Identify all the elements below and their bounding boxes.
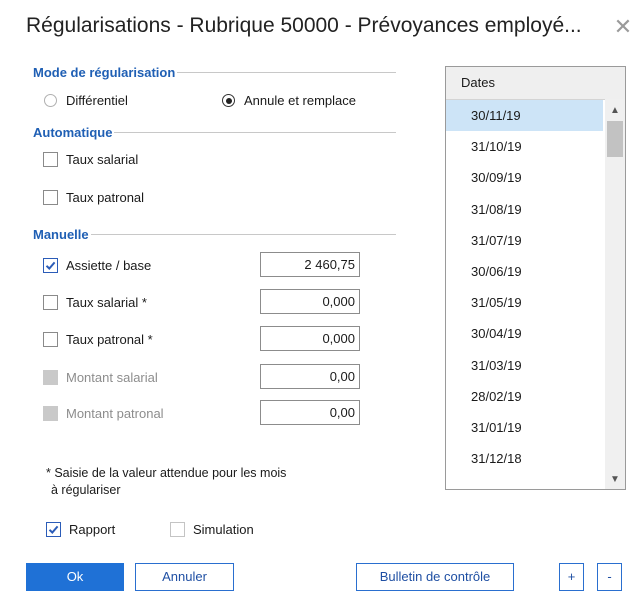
checkbox-manuel-taux-patronal[interactable]: Taux patronal * — [43, 332, 153, 347]
checkbox-label: Montant patronal — [66, 406, 164, 421]
checkmark-icon — [46, 522, 61, 537]
section-mode-heading: Mode de régularisation — [33, 64, 176, 80]
checkbox-auto-taux-patronal[interactable]: Taux patronal — [43, 190, 144, 205]
divider — [177, 71, 396, 73]
radio-differentiel[interactable]: Différentiel — [44, 93, 128, 108]
date-row[interactable]: 31/05/19 — [446, 287, 603, 318]
assiette-base-input[interactable]: 2 460,75 — [260, 252, 360, 277]
ok-button[interactable]: Ok — [26, 563, 124, 591]
checkbox-label: Rapport — [69, 522, 116, 537]
checkbox-label: Taux patronal * — [66, 332, 153, 347]
section-manuelle: Manuelle — [33, 226, 396, 242]
date-row[interactable]: 31/01/19 — [446, 412, 603, 443]
section-automatique: Automatique — [33, 124, 396, 140]
checkbox-icon — [43, 190, 58, 205]
footnote: * Saisie de la valeur attendue pour les … — [46, 465, 286, 499]
radio-circle-icon — [44, 94, 57, 107]
montant-patronal-input[interactable]: 0,00 — [260, 400, 360, 425]
checkbox-manuel-taux-salarial[interactable]: Taux salarial * — [43, 295, 147, 310]
taux-salarial-input[interactable]: 0,000 — [260, 289, 360, 314]
checkbox-label: Taux patronal — [66, 190, 145, 205]
date-row[interactable]: 31/03/19 — [446, 350, 603, 381]
checkbox-disabled-icon — [43, 370, 58, 385]
radio-annule-et-remplace[interactable]: Annule et remplace — [222, 93, 356, 108]
checkbox-label: Montant salarial — [66, 370, 158, 385]
scroll-down-icon[interactable]: ▼ — [605, 472, 625, 488]
radio-selected-icon — [222, 94, 235, 107]
dates-list[interactable]: Dates 30/11/19 31/10/19 30/09/19 31/08/1… — [445, 66, 626, 490]
annuler-button[interactable]: Annuler — [135, 563, 234, 591]
close-icon[interactable]: ✕ — [612, 16, 634, 38]
checkbox-label: Taux salarial — [66, 152, 139, 167]
date-row[interactable]: 31/08/19 — [446, 194, 603, 225]
scroll-up-icon[interactable]: ▲ — [605, 103, 625, 119]
date-row[interactable]: 31/07/19 — [446, 225, 603, 256]
checkbox-icon — [43, 332, 58, 347]
date-row[interactable]: 30/09/19 — [446, 162, 603, 193]
date-row[interactable]: 31/10/19 — [446, 131, 603, 162]
section-mode: Mode de régularisation — [33, 64, 396, 80]
checkbox-icon — [43, 295, 58, 310]
date-row[interactable]: 30/11/19 — [446, 100, 603, 132]
checkbox-label: Assiette / base — [66, 258, 152, 273]
bulletin-de-controle-button[interactable]: Bulletin de contrôle — [356, 563, 514, 591]
checkbox-label: Simulation — [193, 522, 254, 537]
dates-scrollbar[interactable]: ▲ ▼ — [605, 99, 625, 489]
checkbox-montant-patronal: Montant patronal — [43, 406, 164, 421]
date-row[interactable]: 28/02/19 — [446, 381, 603, 412]
section-automatique-heading: Automatique — [33, 124, 113, 140]
date-row[interactable]: 31/12/18 — [446, 443, 603, 474]
dates-header: Dates — [446, 67, 625, 100]
montant-salarial-input[interactable]: 0,00 — [260, 364, 360, 389]
checkbox-label: Taux salarial * — [66, 295, 147, 310]
checkmark-icon — [43, 258, 58, 273]
section-manuelle-heading: Manuelle — [33, 226, 89, 242]
date-row[interactable]: 30/06/19 — [446, 256, 603, 287]
checkbox-icon — [170, 522, 185, 537]
minus-button[interactable]: - — [597, 563, 622, 591]
radio-differentiel-label: Différentiel — [66, 93, 128, 108]
window-title: Régularisations - Rubrique 50000 - Prévo… — [26, 14, 582, 37]
footnote-line-2: à régulariser — [51, 483, 121, 497]
divider — [114, 131, 396, 133]
checkbox-assiette-base[interactable]: Assiette / base — [43, 258, 151, 273]
date-row[interactable]: 30/04/19 — [446, 318, 603, 349]
checkbox-auto-taux-salarial[interactable]: Taux salarial — [43, 152, 138, 167]
plus-button[interactable]: + — [559, 563, 584, 591]
taux-patronal-input[interactable]: 0,000 — [260, 326, 360, 351]
checkbox-icon — [43, 152, 58, 167]
checkbox-rapport[interactable]: Rapport — [46, 522, 115, 537]
checkbox-simulation[interactable]: Simulation — [170, 522, 254, 537]
scrollbar-thumb[interactable] — [607, 121, 623, 157]
checkbox-montant-salarial: Montant salarial — [43, 370, 158, 385]
footnote-line-1: * Saisie de la valeur attendue pour les … — [46, 466, 287, 480]
divider — [90, 233, 396, 235]
radio-annule-label: Annule et remplace — [244, 93, 357, 108]
checkbox-disabled-icon — [43, 406, 58, 421]
